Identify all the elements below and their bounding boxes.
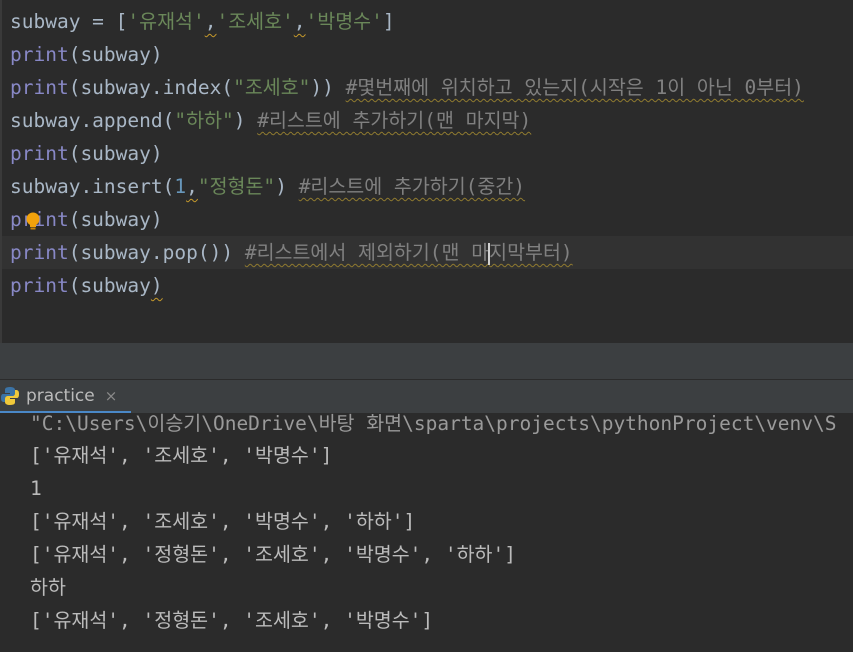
code-comment: #몇번째에 위치하고 있는지(시작은 1이 아닌 0부터)	[345, 76, 804, 99]
string-literal: '조세호'	[216, 10, 294, 33]
code-text: subway.append(	[10, 109, 175, 132]
builtin-print: print	[10, 274, 69, 297]
console-output-line: 1	[30, 477, 42, 500]
code-text: )	[275, 175, 287, 198]
console-command-line: "C:\Users\이승기\OneDrive\바탕 화면\sparta\proj…	[30, 413, 837, 435]
comma-warning: ,	[293, 10, 306, 33]
console-output-line: ['유재석', '조세호', '박명수', '하하']	[30, 510, 416, 533]
code-text: )	[233, 109, 246, 132]
code-text: (subway)	[68, 142, 163, 165]
code-comment: 지막부터)	[489, 241, 573, 264]
builtin-print: print	[10, 142, 69, 165]
string-literal: '유재석'	[127, 10, 205, 33]
paren-warning: )	[150, 274, 163, 297]
string-literal: "정형돈"	[197, 175, 276, 198]
string-literal: '박명수'	[305, 10, 383, 33]
code-line-8-current[interactable]: print(subway.pop()) #리스트에서 제외하기(맨 마지막부터)	[2, 236, 853, 269]
code-text: (subway)	[68, 43, 163, 66]
code-text: (subway.pop())	[68, 241, 234, 264]
console-output-line: ['유재석', '정형돈', '조세호', '박명수', '하하']	[30, 543, 516, 566]
code-comment: #리스트에 추가하기(중간)	[298, 175, 526, 198]
code-text: (subway)	[68, 208, 163, 231]
code-comment: #리스트에서 제외하기(맨 마	[244, 241, 490, 264]
code-line-5[interactable]: print(subway)	[10, 137, 163, 170]
lightbulb-icon[interactable]	[25, 212, 41, 230]
comma-warning: ,	[186, 175, 198, 198]
code-comment: #리스트에 추가하기(맨 마지막)	[257, 109, 532, 132]
close-icon[interactable]: ×	[105, 387, 118, 405]
console-output-line: ['유재석', '조세호', '박명수']	[30, 444, 333, 467]
code-text: subway.insert(	[10, 175, 175, 198]
builtin-print: print	[10, 241, 69, 264]
console-output-line: ['유재석', '정형돈', '조세호', '박명수']	[30, 609, 434, 632]
code-line-6[interactable]: subway.insert(1,"정형돈") #리스트에 추가하기(중간)	[10, 170, 525, 203]
run-tab-practice[interactable]: practice ×	[0, 380, 132, 414]
code-editor[interactable]: subway = ['유재석','조세호','박명수'] print(subwa…	[0, 0, 853, 343]
builtin-print: print	[10, 76, 69, 99]
string-literal: "조세호"	[233, 76, 311, 99]
code-line-4[interactable]: subway.append("하하") #리스트에 추가하기(맨 마지막)	[10, 104, 531, 137]
string-literal: "하하"	[174, 109, 234, 132]
code-line-3[interactable]: print(subway.index("조세호")) #몇번째에 위치하고 있는…	[10, 71, 804, 104]
code-text: ))	[310, 76, 334, 99]
code-text: ]	[382, 10, 395, 33]
code-line-1[interactable]: subway = ['유재석','조세호','박명수']	[10, 5, 395, 38]
code-text: (subway.index(	[68, 76, 234, 99]
python-icon	[1, 386, 19, 405]
number-literal: 1	[174, 175, 187, 198]
run-console-output[interactable]: "C:\Users\이승기\OneDrive\바탕 화면\sparta\proj…	[0, 413, 853, 652]
code-text: subway = [	[10, 10, 128, 33]
code-line-2[interactable]: print(subway)	[10, 38, 163, 71]
builtin-print: print	[10, 43, 69, 66]
run-tool-window-header: practice ×	[0, 379, 853, 414]
code-line-9[interactable]: print(subway)	[10, 269, 163, 302]
comma-warning: ,	[204, 10, 217, 33]
code-text: (subway	[68, 274, 151, 297]
panel-divider[interactable]	[0, 343, 853, 379]
run-tab-label: practice	[26, 385, 95, 406]
console-output-line: 하하	[30, 576, 66, 599]
